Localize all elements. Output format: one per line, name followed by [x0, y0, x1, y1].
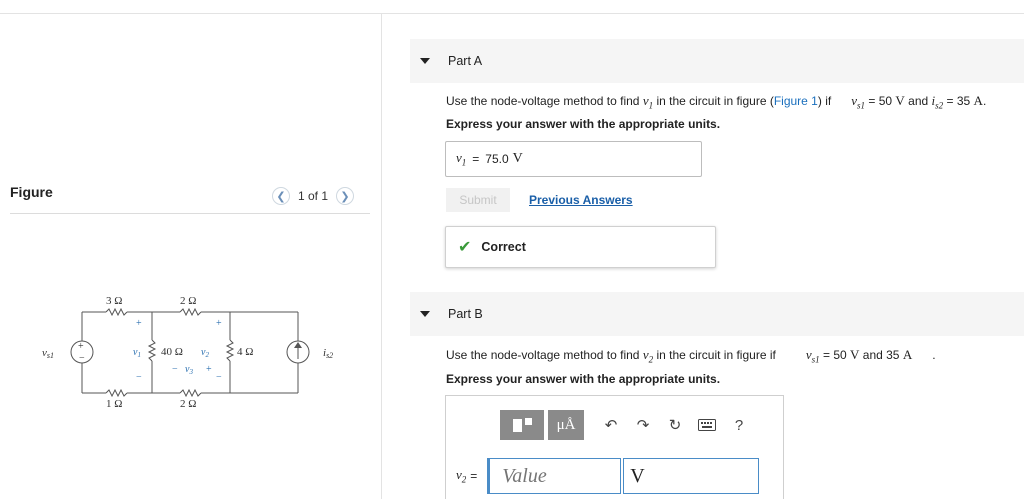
v3-label: v3 — [185, 364, 193, 376]
figure-title: Figure — [10, 184, 53, 200]
help-icon: ? — [734, 416, 744, 434]
figure-rule — [10, 213, 370, 214]
part-b-title: Part B — [448, 307, 483, 321]
part-a-instruction: Express your answer with the appropriate… — [446, 117, 721, 131]
v2-plus: + — [216, 318, 222, 329]
v1-minus: − — [136, 372, 142, 383]
previous-answers-link[interactable]: Previous Answers — [529, 193, 633, 207]
keyboard-button[interactable] — [694, 410, 720, 440]
r-2ohm-bottom-label: 2 Ω — [180, 398, 196, 410]
v3-minus: − — [172, 364, 178, 375]
help-button[interactable]: ? — [726, 410, 752, 440]
top-rule — [0, 13, 1024, 14]
math-toolbar: μÅ ↶ ↷ ↻ ? — [500, 410, 752, 440]
chevron-left-icon: ❮ — [276, 190, 286, 203]
source-minus: − — [79, 353, 85, 364]
units-button[interactable]: μÅ — [548, 410, 584, 440]
v1-label: v1 — [133, 347, 141, 359]
triangle-down-icon — [420, 311, 430, 317]
r-40ohm-label: 40 Ω — [161, 346, 183, 358]
part-b-question: Use the node-voltage method to find v2 i… — [446, 347, 936, 365]
answer-variable: v2 — [456, 467, 467, 485]
part-a-question: Use the node-voltage method to find v1 i… — [446, 93, 987, 111]
part-a-header[interactable]: Part A — [410, 39, 1024, 83]
chevron-right-icon: ❯ — [340, 190, 350, 203]
is2-label: is2 — [323, 347, 333, 360]
unit-input[interactable]: V — [623, 458, 760, 494]
answer-value: 75.0 — [485, 152, 509, 166]
pane-divider — [381, 13, 382, 499]
circuit-diagram: + − vs1 is2 3 Ω 2 Ω 40 Ω 4 Ω 1 Ω 2 Ω + v… — [42, 295, 333, 410]
templates-icon — [512, 418, 522, 432]
v2-label: v2 — [201, 347, 209, 359]
triangle-down-icon — [420, 58, 430, 64]
r-1ohm-label: 1 Ω — [106, 398, 122, 410]
vs1-label: vs1 — [42, 347, 54, 360]
previous-figure-button[interactable]: ❮ — [272, 187, 290, 205]
answer-variable: v1 — [456, 150, 467, 168]
value-input[interactable] — [487, 458, 622, 494]
figure-pager: ❮ 1 of 1 ❯ — [272, 186, 355, 206]
undo-button[interactable]: ↶ — [598, 410, 624, 440]
figure-1-link[interactable]: Figure 1 — [774, 94, 818, 108]
correct-feedback: ✔ Correct — [445, 226, 716, 268]
redo-button[interactable]: ↷ — [630, 410, 656, 440]
r-3ohm-label: 3 Ω — [106, 295, 122, 307]
keyboard-icon — [698, 419, 716, 431]
next-figure-button[interactable]: ❯ — [336, 187, 355, 205]
reset-icon: ↻ — [668, 417, 682, 434]
v1-plus: + — [136, 318, 142, 329]
correct-text: Correct — [481, 240, 526, 254]
undo-icon: ↶ — [604, 417, 618, 434]
figure-page-indicator: 1 of 1 — [298, 189, 329, 203]
r-2ohm-top-label: 2 Ω — [180, 295, 196, 307]
v3-plus: + — [206, 364, 212, 375]
part-b-answer-row: v2 = V — [456, 458, 760, 494]
templates-button[interactable] — [500, 410, 544, 440]
v2-minus: − — [216, 372, 222, 383]
r-4ohm-label: 4 Ω — [237, 346, 253, 358]
submit-button[interactable]: Submit — [446, 188, 510, 212]
part-b-header[interactable]: Part B — [410, 292, 1024, 336]
part-a-title: Part A — [448, 54, 483, 68]
checkmark-icon: ✔ — [458, 239, 472, 256]
reset-button[interactable]: ↻ — [662, 410, 688, 440]
arrow-up-icon — [294, 342, 302, 348]
source-plus: + — [78, 341, 84, 352]
part-a-answer-box: v1 = 75.0 V — [445, 141, 702, 177]
redo-icon: ↷ — [636, 417, 650, 434]
part-b-instruction: Express your answer with the appropriate… — [446, 372, 721, 386]
answer-unit: V — [512, 151, 523, 166]
